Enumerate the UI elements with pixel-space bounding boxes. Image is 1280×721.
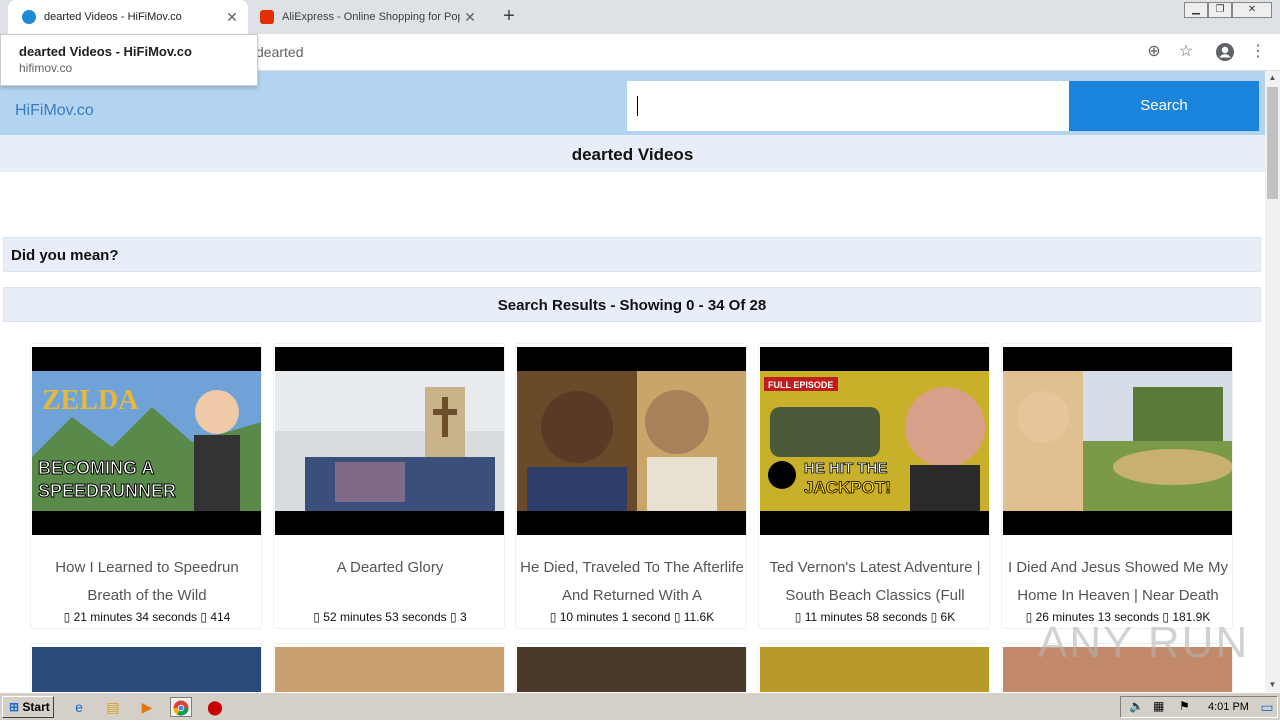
flag-icon[interactable]: ⚑ [1179,699,1190,713]
video-thumbnail[interactable] [275,347,504,535]
video-duration: 10 minutes 1 second [559,610,671,624]
video-card[interactable] [273,643,505,692]
page-title: dearted Videos [0,135,1265,172]
volume-icon[interactable]: 🔈 [1129,699,1144,713]
start-label: Start [22,700,50,714]
thumb-caption-line1: HE HIT THE [804,460,887,477]
network-icon[interactable]: ▦ [1153,699,1164,713]
video-thumbnail[interactable] [1003,347,1232,535]
tooltip-title: dearted Videos - HiFiMov.co [19,44,192,59]
close-tab-icon[interactable]: ✕ [460,9,480,26]
video-card[interactable] [515,643,747,692]
video-title[interactable]: A Dearted Glory [276,554,504,610]
tab-title: AliExpress - Online Shopping for Pop [282,11,460,23]
clock-icon: ▯ [63,610,71,624]
video-card[interactable]: ZELDA BECOMING A SPEEDRUNNER How I Learn… [30,343,262,629]
watermark-logo: ANY RUN [1038,618,1250,667]
clock-icon: ▯ [1025,610,1033,624]
profile-avatar-icon[interactable] [1215,42,1235,62]
close-window-button[interactable]: ✕ [1232,2,1272,18]
video-title[interactable]: He Died, Traveled To The Afterlife And R… [518,554,746,610]
video-card[interactable]: FULL EPISODE HE HIT THE JACKPOT! Ted Ver… [758,343,990,629]
video-meta: ▯ 21 minutes 34 seconds ▯ 414 [31,610,261,624]
video-meta: ▯ 11 minutes 58 seconds ▯ 6K [759,610,989,624]
video-title[interactable]: How I Learned to Speedrun Breath of the … [33,554,261,610]
search-button[interactable]: Search [1069,81,1259,131]
tab-tooltip: dearted Videos - HiFiMov.co hifimov.co [0,34,258,86]
start-button[interactable]: ⊞ Start [2,696,54,718]
media-player-icon[interactable]: ▶ [136,697,158,717]
video-title[interactable]: Ted Vernon's Latest Adventure | South Be… [761,554,989,610]
video-duration: 11 minutes 58 seconds [804,610,928,624]
aliexpress-favicon-icon [260,10,274,24]
add-bookmark-icon[interactable]: ⊕ [1144,42,1164,62]
video-views: 3 [459,610,467,624]
taskbar-clock[interactable]: 4:01 PM [1208,697,1249,717]
star-icon[interactable]: ☆ [1176,42,1196,62]
clock-icon: ▯ [313,610,320,624]
did-you-mean-heading: Did you mean? [3,237,1261,272]
video-card[interactable] [758,643,990,692]
address-bar[interactable]: dearted [240,38,1140,66]
svg-text:ZELDA: ZELDA [42,385,139,416]
scroll-up-arrow-icon[interactable]: ▲ [1265,71,1280,85]
web-page: HiFiMov.co Search dearted Videos Did you… [0,71,1265,692]
menu-kebab-icon[interactable]: ⋮ [1248,42,1268,62]
eye-icon: ▯ [450,610,457,624]
thumb-caption-line2: SPEEDRUNNER [38,481,176,501]
eye-icon: ▯ [673,610,681,624]
stop-icon[interactable]: ⬤ [204,697,226,717]
video-thumbnail[interactable] [760,647,989,692]
results-summary: Search Results - Showing 0 - 34 Of 28 [3,287,1261,322]
video-meta: ▯ 52 minutes 53 seconds ▯ 3 [274,610,504,624]
video-meta: ▯ 10 minutes 1 second ▯ 11.6K [516,610,746,624]
video-thumbnail[interactable] [517,347,746,535]
video-card[interactable] [30,643,262,692]
video-views: 11.6K [683,610,715,624]
thumb-badge: FULL EPISODE [768,380,833,390]
video-thumbnail[interactable]: ZELDA BECOMING A SPEEDRUNNER [32,347,261,535]
restore-window-button[interactable]: ❐ [1208,2,1232,18]
video-card[interactable]: He Died, Traveled To The Afterlife And R… [515,343,747,629]
thumb-caption-line1: BECOMING A [38,458,154,478]
eye-icon: ▯ [200,610,207,624]
video-card[interactable]: A Dearted Glory ▯ 52 minutes 53 seconds … [273,343,505,629]
site-logo[interactable]: HiFiMov.co [15,102,94,120]
video-views: 414 [210,610,231,624]
scroll-down-arrow-icon[interactable]: ▼ [1265,678,1280,692]
windows-taskbar: ⊞ Start e ▤ ▶ ⬤ 🔈 ▦ ⚑ 4:01 PM ▭ [0,692,1280,720]
chrome-icon[interactable] [170,697,192,717]
video-title[interactable]: I Died And Jesus Showed Me My Home In He… [1004,554,1232,610]
video-card[interactable]: I Died And Jesus Showed Me My Home In He… [1001,343,1233,629]
video-thumbnail[interactable] [275,647,504,692]
clock-icon: ▯ [794,610,802,624]
system-tray: 🔈 ▦ ⚑ [1120,696,1278,718]
thumb-caption-line2: JACKPOT! [804,478,891,497]
hifimov-favicon-icon [22,10,36,24]
text-caret [637,96,638,116]
browser-tab-bar: dearted Videos - HiFiMov.co ✕ AliExpress… [0,0,1280,34]
video-thumbnail[interactable] [32,647,261,692]
new-tab-button[interactable]: + [498,6,520,28]
video-thumbnail[interactable] [517,647,746,692]
video-thumbnail[interactable]: FULL EPISODE HE HIT THE JACKPOT! [760,347,989,535]
tooltip-url: hifimov.co [19,61,73,75]
eye-icon: ▯ [930,610,938,624]
video-views: 6K [940,610,956,624]
clock-icon: ▯ [549,610,557,624]
video-duration: 21 minutes 34 seconds [73,610,198,624]
scrollbar-thumb[interactable] [1267,87,1278,199]
tab-hifimov[interactable]: dearted Videos - HiFiMov.co ✕ [8,0,248,34]
internet-explorer-icon[interactable]: e [68,697,90,717]
tab-title: dearted Videos - HiFiMov.co [44,11,182,23]
windows-logo-icon: ⊞ [9,700,20,714]
minimize-window-button[interactable]: ▁ [1184,2,1208,18]
show-desktop-icon[interactable]: ▭ [1256,697,1278,717]
search-input[interactable] [627,81,1069,131]
tab-aliexpress[interactable]: AliExpress - Online Shopping for Pop ✕ [250,0,486,34]
folder-icon[interactable]: ▤ [102,697,124,717]
close-tab-icon[interactable]: ✕ [222,9,242,26]
video-duration: 52 minutes 53 seconds [323,610,447,624]
page-scrollbar[interactable]: ▲ ▼ [1265,71,1280,692]
